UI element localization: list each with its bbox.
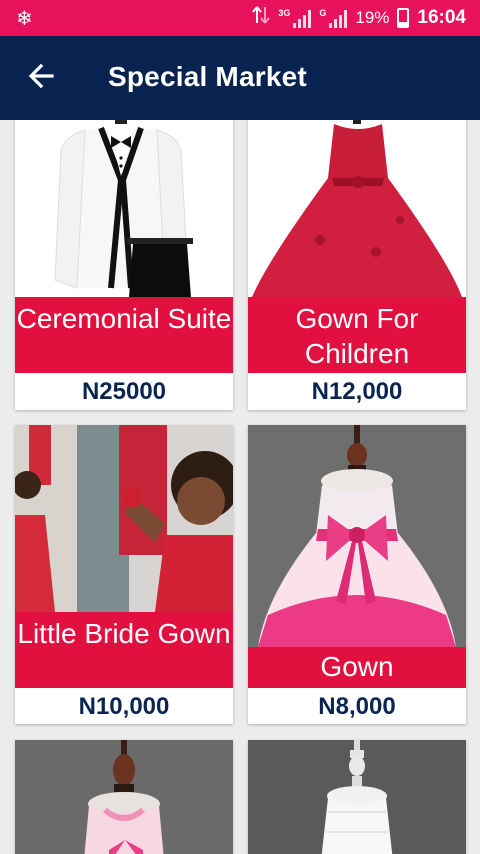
status-icons: 3G G 19% 16:04 [252,5,466,30]
product-grid: Ceremonial Suite N25000 Gown For Childre… [0,120,480,854]
network-type-2: G [319,7,327,18]
signal-3g-icon: 3G [278,7,312,28]
app-bar: Special Market [0,36,480,120]
battery-icon [397,7,410,28]
status-bar: ❄ 3G G 19% 16:04 [0,0,480,36]
product-name: Ceremonial Suite [15,297,233,373]
product-image-pink-dress-2 [15,740,233,854]
snowflake-icon: ❄ [16,8,33,30]
signal-g-icon: G [319,7,348,28]
product-name: Gown For Children [248,297,466,373]
product-image-pink-gown [248,425,466,647]
product-name: Gown [248,647,466,688]
network-type-1: 3G [278,7,291,18]
battery-percent: 19% [355,7,390,27]
product-card[interactable]: Gown N8,000 [248,425,466,724]
back-arrow-icon[interactable] [24,58,60,94]
product-card[interactable]: Ceremonial Suite N25000 [15,120,233,410]
page-title: Special Market [108,61,307,92]
product-card[interactable] [248,740,466,854]
product-card[interactable]: Gown For Children N12,000 [248,120,466,410]
clock: 16:04 [417,6,466,28]
product-image-suit [15,120,233,297]
product-image-red-gown [248,120,466,297]
product-price: N10,000 [15,688,233,724]
product-price: N8,000 [248,688,466,724]
product-name: Little Bride Gown [15,612,233,688]
data-transfer-icon [252,5,271,30]
product-image-little-bride [15,425,233,612]
product-card[interactable] [15,740,233,854]
product-price: N25000 [15,373,233,409]
product-price: N12,000 [248,373,466,409]
product-image-white-dress [248,740,466,854]
product-card[interactable]: Little Bride Gown N10,000 [15,425,233,724]
